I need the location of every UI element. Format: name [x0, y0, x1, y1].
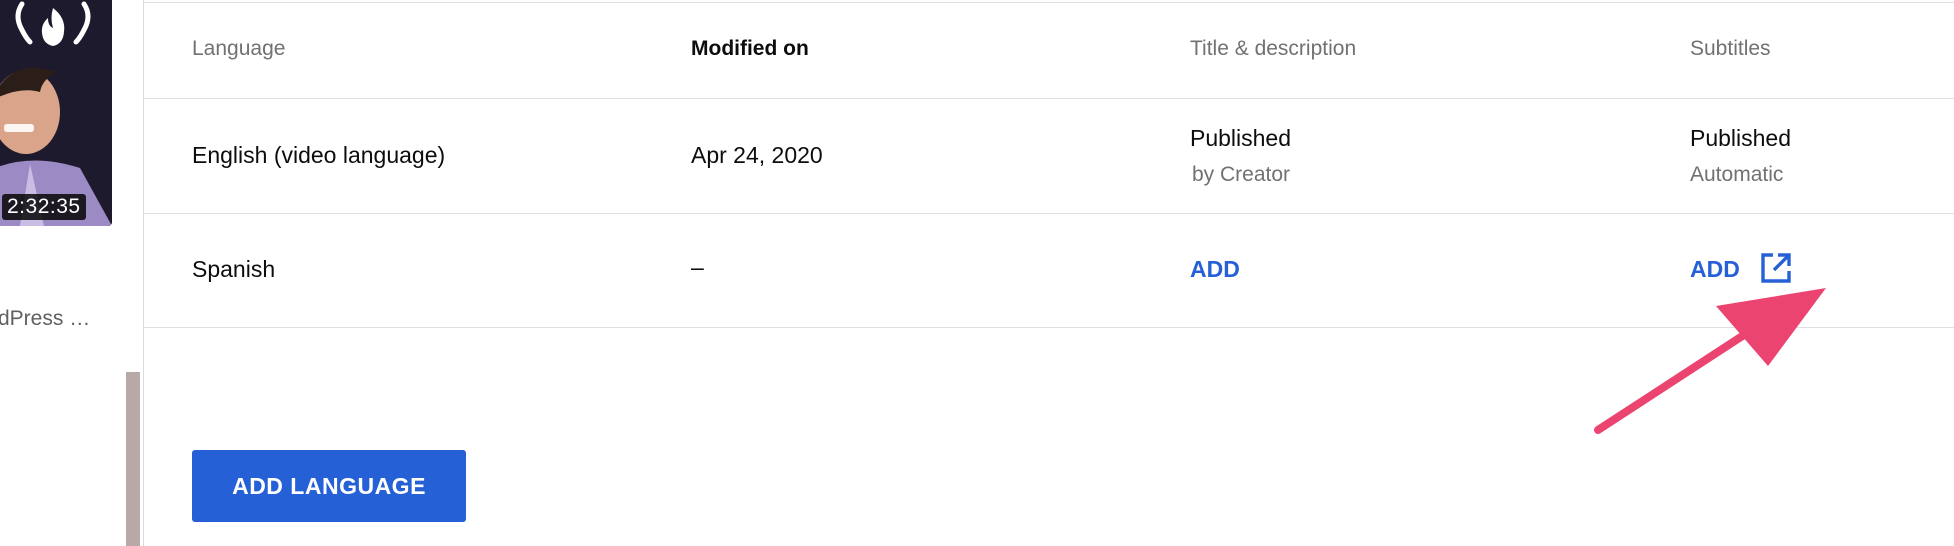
header-divider — [144, 98, 1954, 99]
annotation-arrow — [1594, 288, 1826, 434]
video-duration: 2:32:35 — [2, 194, 86, 220]
row-subtitles-status: Published — [1690, 125, 1792, 151]
add-title-description-link[interactable]: ADD — [1190, 256, 1240, 283]
header-subtitles: Subtitles — [1690, 37, 1771, 60]
scrollbar[interactable] — [126, 372, 140, 546]
row-language: English (video language) — [192, 142, 446, 168]
subtitles-table: Language Modified on Title & description… — [144, 0, 1954, 546]
row-modified-on: – — [691, 254, 704, 280]
sidebar: 2:32:35 dPress … — [0, 0, 143, 546]
flame-logo-icon — [15, 1, 91, 46]
add-subtitles-link[interactable]: ADD — [1690, 256, 1740, 283]
row-subtitles-sub: Automatic — [1690, 163, 1784, 186]
row-modified-on: Apr 24, 2020 — [691, 142, 823, 168]
video-title[interactable]: dPress … — [0, 307, 90, 331]
row-title-status: Published — [1190, 125, 1292, 151]
add-language-button[interactable]: ADD LANGUAGE — [192, 450, 466, 522]
video-thumbnail[interactable]: 2:32:35 — [0, 0, 112, 226]
header-title-description: Title & description — [1190, 37, 1357, 60]
row-divider — [144, 213, 1954, 214]
table-top-border — [144, 2, 1954, 3]
row-title-sub: by Creator — [1192, 163, 1291, 186]
header-modified-on[interactable]: Modified on — [691, 37, 809, 61]
row-language: Spanish — [192, 256, 276, 282]
header-language: Language — [192, 37, 286, 60]
